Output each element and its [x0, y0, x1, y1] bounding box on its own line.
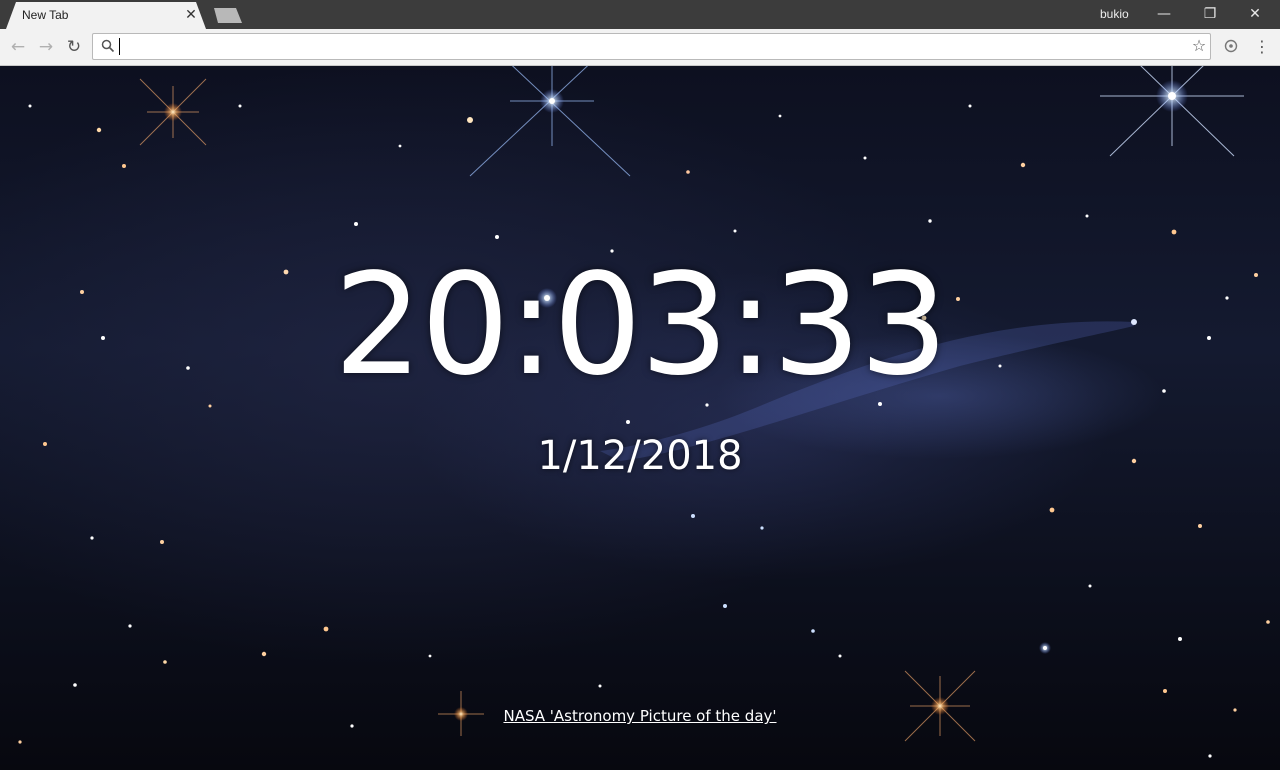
- restore-button[interactable]: ❐: [1187, 0, 1233, 28]
- omnibox-input[interactable]: [119, 37, 1179, 56]
- omnibox[interactable]: ☆: [92, 33, 1211, 60]
- star-icon[interactable]: ☆: [1189, 36, 1209, 56]
- clock-date: 1/12/2018: [537, 433, 743, 479]
- tab-title: New Tab: [22, 8, 69, 22]
- new-tab-page: 20:03:33 1/12/2018 NASA 'Astronomy Pictu…: [0, 66, 1280, 770]
- tab-new-tab[interactable]: New Tab ✕: [6, 2, 206, 29]
- title-bar: New Tab ✕ bukio — ❐ ✕: [0, 0, 1280, 29]
- profile-name[interactable]: bukio: [1100, 7, 1129, 21]
- toolbar: ← → ↻ ☆ ⋮: [0, 29, 1280, 66]
- starfield-background: [18, 66, 1270, 758]
- clock-time: 20:03:33: [333, 244, 949, 407]
- minimize-button[interactable]: —: [1141, 0, 1187, 28]
- search-icon: [101, 39, 115, 53]
- apod-credit-link[interactable]: NASA 'Astronomy Picture of the day': [0, 706, 1280, 726]
- reload-button[interactable]: ↻: [62, 35, 86, 59]
- forward-button[interactable]: →: [34, 35, 58, 59]
- text-caret: [119, 38, 120, 55]
- extension-icon[interactable]: [1222, 37, 1240, 55]
- browser-window: New Tab ✕ bukio — ❐ ✕ ← → ↻ ☆ ⋮ 20:03:33…: [0, 0, 1280, 770]
- new-tab-button[interactable]: [214, 8, 242, 23]
- close-window-button[interactable]: ✕: [1232, 0, 1278, 28]
- back-button[interactable]: ←: [6, 35, 30, 59]
- tab-close-icon[interactable]: ✕: [182, 6, 200, 24]
- menu-icon[interactable]: ⋮: [1254, 35, 1270, 59]
